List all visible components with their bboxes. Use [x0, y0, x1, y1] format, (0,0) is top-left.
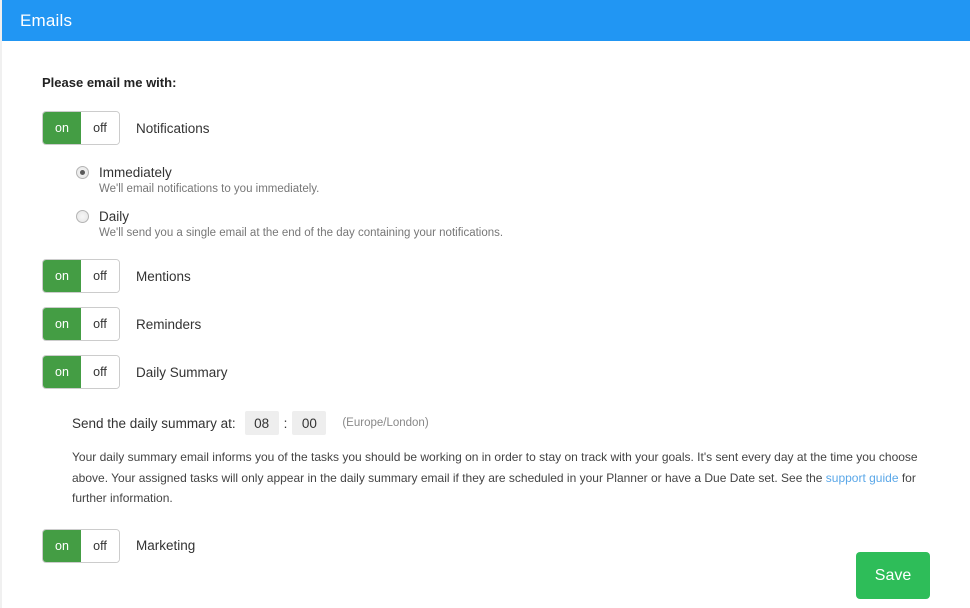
- daily-summary-timezone: (Europe/London): [342, 417, 429, 429]
- toggle-row-marketing: on off Marketing: [42, 528, 930, 563]
- daily-summary-time-wrap: :: [244, 411, 327, 435]
- toggle-mentions[interactable]: on off: [42, 259, 120, 293]
- radio-daily-icon[interactable]: [76, 210, 89, 223]
- toggle-mentions-label: Mentions: [136, 268, 191, 284]
- daily-summary-hour-input[interactable]: [244, 411, 279, 435]
- radio-daily-label[interactable]: Daily: [99, 209, 129, 224]
- radio-immediately-help: We'll email notifications to you immedia…: [99, 183, 320, 195]
- page-header: Emails: [2, 0, 970, 41]
- toggle-reminders-on[interactable]: on: [43, 308, 81, 340]
- daily-summary-detail: Send the daily summary at: : (Europe/Lon…: [72, 411, 930, 509]
- radio-immediately-icon[interactable]: [76, 166, 89, 179]
- radio-row-daily[interactable]: Daily: [76, 209, 930, 224]
- toggle-marketing-on[interactable]: on: [43, 529, 81, 562]
- daily-summary-description-part1: Your daily summary email informs you of …: [72, 450, 918, 485]
- daily-summary-time-label: Send the daily summary at:: [72, 415, 236, 431]
- toggle-marketing-label: Marketing: [136, 538, 196, 554]
- support-guide-link[interactable]: support guide: [826, 471, 899, 485]
- toggle-row-mentions: on off Mentions: [42, 259, 930, 293]
- save-button-container: Save: [856, 552, 930, 599]
- toggle-daily-summary-label: Daily Summary: [136, 364, 228, 380]
- radio-immediately-label[interactable]: Immediately: [99, 165, 172, 180]
- toggle-marketing[interactable]: on off: [42, 528, 120, 563]
- radio-row-immediately[interactable]: Immediately: [76, 165, 930, 180]
- toggle-row-reminders: on off Reminders: [42, 307, 930, 341]
- radio-daily-help: We'll send you a single email at the end…: [99, 227, 504, 239]
- toggle-mentions-off[interactable]: off: [81, 260, 119, 292]
- toggle-notifications-off[interactable]: off: [81, 112, 119, 144]
- section-heading: Please email me with:: [42, 75, 177, 90]
- toggle-mentions-on[interactable]: on: [43, 260, 81, 292]
- daily-summary-description: Your daily summary email informs you of …: [72, 447, 930, 509]
- toggle-daily-summary[interactable]: on off: [42, 355, 120, 389]
- toggle-notifications[interactable]: on off: [42, 111, 120, 145]
- toggle-reminders-label: Reminders: [136, 316, 202, 332]
- toggle-notifications-label: Notifications: [136, 120, 210, 136]
- save-button[interactable]: Save: [856, 552, 930, 599]
- toggle-row-notifications: on off Notifications: [42, 111, 930, 145]
- time-separator: :: [283, 415, 288, 431]
- toggle-notifications-on[interactable]: on: [43, 112, 81, 144]
- toggle-daily-summary-off[interactable]: off: [81, 356, 119, 388]
- toggle-row-daily-summary: on off Daily Summary: [42, 355, 930, 389]
- toggle-reminders[interactable]: on off: [42, 307, 120, 341]
- toggle-marketing-off[interactable]: off: [81, 529, 119, 562]
- toggle-daily-summary-on[interactable]: on: [43, 356, 81, 388]
- emails-settings-page: Emails Please email me with: on off Noti…: [0, 0, 970, 608]
- daily-summary-minute-input[interactable]: [292, 411, 327, 435]
- daily-summary-time-line: Send the daily summary at: : (Europe/Lon…: [72, 411, 930, 435]
- settings-content: Please email me with: on off Notificatio…: [2, 41, 970, 563]
- page-title: Emails: [20, 10, 73, 30]
- notification-frequency-group: Immediately We'll email notifications to…: [76, 165, 930, 239]
- toggle-reminders-off[interactable]: off: [81, 308, 119, 340]
